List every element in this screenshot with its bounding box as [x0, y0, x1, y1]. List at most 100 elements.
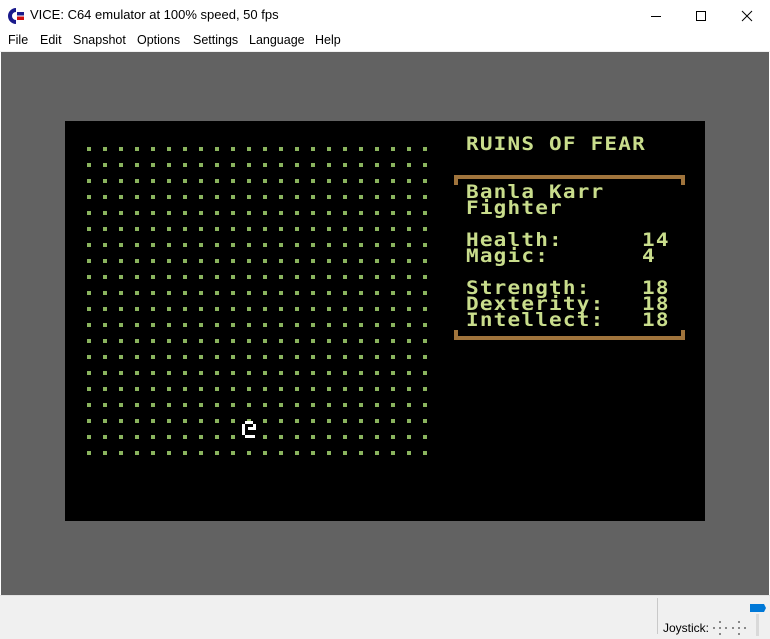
floor-tile [391, 227, 395, 231]
floor-tile [295, 195, 299, 199]
floor-tile [119, 419, 123, 423]
floor-tile [375, 451, 379, 455]
floor-tile [407, 451, 411, 455]
floor-tile [359, 243, 363, 247]
floor-tile [231, 419, 235, 423]
floor-tile [407, 275, 411, 279]
volume-slider[interactable] [750, 604, 766, 636]
floor-tile [103, 387, 107, 391]
floor-tile [119, 323, 123, 327]
floor-tile [183, 227, 187, 231]
floor-tile [343, 307, 347, 311]
emulator-viewport[interactable]: RUINS OF FEAR Banla Karr Fighter Health:… [1, 52, 769, 595]
floor-tile [311, 211, 315, 215]
floor-tile [423, 435, 427, 439]
floor-tile [215, 243, 219, 247]
floor-tile [327, 403, 331, 407]
player-icon [242, 421, 256, 438]
floor-tile [263, 323, 267, 327]
floor-tile [391, 195, 395, 199]
floor-tile [327, 227, 331, 231]
floor-tile [119, 435, 123, 439]
floor-tile [135, 435, 139, 439]
floor-tile [423, 307, 427, 311]
floor-tile [247, 163, 251, 167]
floor-tile [359, 227, 363, 231]
floor-tile [167, 211, 171, 215]
floor-tile [263, 387, 267, 391]
floor-tile [311, 291, 315, 295]
floor-tile [103, 403, 107, 407]
floor-tile [199, 419, 203, 423]
close-button[interactable] [724, 0, 770, 31]
floor-tile [103, 307, 107, 311]
floor-tile [375, 355, 379, 359]
floor-tile [103, 371, 107, 375]
floor-tile [263, 355, 267, 359]
floor-tile [407, 259, 411, 263]
floor-tile [231, 451, 235, 455]
floor-tile [327, 243, 331, 247]
maximize-button[interactable] [678, 0, 724, 31]
floor-tile [343, 323, 347, 327]
floor-tile [167, 419, 171, 423]
floor-tile [231, 211, 235, 215]
menu-file[interactable]: File [8, 33, 28, 47]
floor-tile [423, 323, 427, 327]
floor-tile [135, 419, 139, 423]
floor-tile [87, 147, 91, 151]
floor-tile [359, 275, 363, 279]
floor-tile [391, 163, 395, 167]
title-bar[interactable]: VICE: C64 emulator at 100% speed, 50 fps [0, 0, 770, 31]
menu-language[interactable]: Language [249, 33, 305, 47]
floor-tile [311, 179, 315, 183]
floor-tile [199, 435, 203, 439]
floor-tile [311, 371, 315, 375]
floor-tile [199, 259, 203, 263]
floor-tile [359, 211, 363, 215]
floor-tile [199, 163, 203, 167]
floor-tile [215, 339, 219, 343]
stat-intellect-label: Intellect: [466, 309, 605, 331]
menu-options[interactable]: Options [137, 33, 180, 47]
floor-tile [263, 403, 267, 407]
floor-tile [375, 323, 379, 327]
floor-tile [183, 403, 187, 407]
menu-help[interactable]: Help [315, 33, 341, 47]
floor-tile [263, 179, 267, 183]
floor-tile [199, 355, 203, 359]
floor-tile [199, 227, 203, 231]
floor-tile [231, 403, 235, 407]
floor-tile [135, 275, 139, 279]
floor-tile [359, 259, 363, 263]
menu-edit[interactable]: Edit [40, 33, 62, 47]
floor-tile [343, 419, 347, 423]
floor-tile [199, 323, 203, 327]
floor-tile [183, 291, 187, 295]
c64-screen[interactable]: RUINS OF FEAR Banla Karr Fighter Health:… [65, 121, 705, 521]
floor-tile [231, 259, 235, 263]
floor-tile [279, 451, 283, 455]
floor-tile [167, 307, 171, 311]
floor-tile [295, 419, 299, 423]
floor-tile [407, 163, 411, 167]
floor-tile [151, 211, 155, 215]
menu-snapshot[interactable]: Snapshot [73, 33, 126, 47]
floor-tile [103, 275, 107, 279]
floor-tile [231, 275, 235, 279]
floor-tile [279, 243, 283, 247]
minimize-button[interactable] [633, 0, 679, 31]
menu-settings[interactable]: Settings [193, 33, 238, 47]
floor-tile [103, 291, 107, 295]
floor-tile [215, 147, 219, 151]
floor-tile [407, 147, 411, 151]
floor-tile [247, 355, 251, 359]
floor-tile [279, 259, 283, 263]
floor-tile [231, 355, 235, 359]
floor-tile [311, 323, 315, 327]
floor-tile [151, 227, 155, 231]
floor-tile [215, 179, 219, 183]
floor-tile [199, 147, 203, 151]
floor-tile [263, 195, 267, 199]
floor-tile [199, 339, 203, 343]
